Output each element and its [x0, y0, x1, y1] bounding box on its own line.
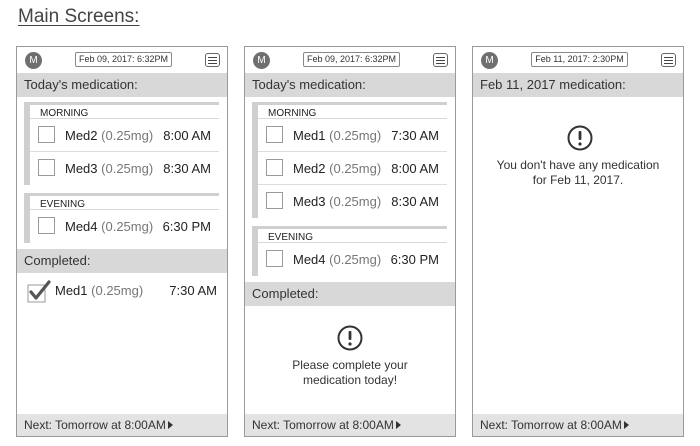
- med-time: 6:30 PM: [390, 252, 439, 267]
- top-bar: M Feb 09, 2017: 6:32PM: [245, 47, 455, 73]
- completed-heading: Completed:: [17, 249, 227, 273]
- med-time: 6:30 PM: [162, 219, 211, 234]
- med-name: Med2: [293, 161, 326, 176]
- page-title: Main Screens:: [18, 6, 140, 27]
- medication-row[interactable]: Med1 (0.25mg) 7:30 AM: [258, 119, 447, 152]
- group-title: MORNING: [258, 102, 447, 119]
- completed-row[interactable]: Med1 (0.25mg) 7:30 AM: [27, 277, 219, 307]
- section-heading: Today's medication:: [245, 73, 455, 97]
- section-heading: Feb 11, 2017 medication:: [473, 73, 683, 97]
- med-time: 7:30 AM: [391, 128, 439, 143]
- section-heading: Today's medication:: [17, 73, 227, 97]
- alert-icon: [337, 325, 363, 351]
- checkbox[interactable]: [266, 159, 283, 176]
- menu-icon[interactable]: [433, 53, 448, 67]
- next-reminder-text: Next: Tomorrow at 8:00AM: [24, 418, 166, 432]
- play-icon: [623, 421, 629, 429]
- med-name: Med1: [55, 283, 88, 298]
- medication-row[interactable]: Med2 (0.25mg) 8:00 AM: [258, 152, 447, 185]
- group-title: EVENING: [30, 193, 219, 210]
- group-title: MORNING: [30, 102, 219, 119]
- medication-row[interactable]: Med3 (0.25mg) 8:30 AM: [258, 185, 447, 218]
- med-dose: (0.25mg): [101, 128, 154, 143]
- play-icon: [395, 421, 401, 429]
- next-reminder-text: Next: Tomorrow at 8:00AM: [480, 418, 622, 432]
- med-name: Med3: [65, 161, 98, 176]
- medication-row[interactable]: Med4 (0.25mg) 6:30 PM: [258, 243, 447, 276]
- next-reminder[interactable]: Next: Tomorrow at 8:00AM: [473, 414, 683, 436]
- group-morning: MORNING Med2 (0.25mg) 8:00 AM Med3 (0.25…: [24, 102, 219, 185]
- medication-row[interactable]: Med4 (0.25mg) 6:30 PM: [30, 210, 219, 243]
- med-name: Med1: [293, 128, 326, 143]
- empty-completed-message: Please complete your medication today!: [292, 358, 408, 387]
- checkmark-icon[interactable]: [27, 279, 52, 304]
- checkbox[interactable]: [266, 192, 283, 209]
- completed-heading: Completed:: [245, 282, 455, 306]
- med-dose: (0.25mg): [329, 128, 382, 143]
- med-name: Med4: [293, 252, 326, 267]
- date-time-display[interactable]: Feb 11, 2017: 2:30PM: [531, 52, 628, 67]
- med-time: 7:30 AM: [169, 283, 217, 298]
- checkbox[interactable]: [266, 126, 283, 143]
- next-reminder[interactable]: Next: Tomorrow at 8:00AM: [245, 414, 455, 436]
- med-time: 8:00 AM: [391, 161, 439, 176]
- med-dose: (0.25mg): [101, 161, 154, 176]
- checkbox[interactable]: [266, 250, 283, 267]
- screen-today-pending: M Feb 09, 2017: 6:32PM Today's medicatio…: [244, 46, 456, 437]
- avatar[interactable]: M: [253, 52, 270, 69]
- avatar[interactable]: M: [25, 52, 42, 69]
- alert-icon: [567, 125, 593, 151]
- checkbox[interactable]: [38, 217, 55, 234]
- group-title: EVENING: [258, 226, 447, 243]
- med-time: 8:30 AM: [391, 194, 439, 209]
- top-bar: M Feb 09, 2017: 6:32PM: [17, 47, 227, 73]
- med-dose: (0.25mg): [329, 194, 382, 209]
- checkbox[interactable]: [38, 126, 55, 143]
- screen-no-medication: M Feb 11, 2017: 2:30PM Feb 11, 2017 medi…: [472, 46, 684, 437]
- med-dose: (0.25mg): [329, 161, 382, 176]
- medication-row[interactable]: Med2 (0.25mg) 8:00 AM: [30, 119, 219, 152]
- checkbox[interactable]: [38, 159, 55, 176]
- menu-icon[interactable]: [205, 53, 220, 67]
- date-time-display[interactable]: Feb 09, 2017: 6:32PM: [75, 52, 172, 67]
- group-evening: EVENING Med4 (0.25mg) 6:30 PM: [252, 226, 447, 276]
- next-reminder-text: Next: Tomorrow at 8:00AM: [252, 418, 394, 432]
- top-bar: M Feb 11, 2017: 2:30PM: [473, 47, 683, 73]
- med-time: 8:00 AM: [163, 128, 211, 143]
- medication-row[interactable]: Med3 (0.25mg) 8:30 AM: [30, 152, 219, 185]
- avatar[interactable]: M: [481, 52, 498, 69]
- play-icon: [167, 421, 173, 429]
- group-evening: EVENING Med4 (0.25mg) 6:30 PM: [24, 193, 219, 243]
- med-name: Med3: [293, 194, 326, 209]
- med-time: 8:30 AM: [163, 161, 211, 176]
- next-reminder[interactable]: Next: Tomorrow at 8:00AM: [17, 414, 227, 436]
- med-name: Med2: [65, 128, 98, 143]
- no-medication-message: You don't have any medication for Feb 11…: [496, 158, 660, 187]
- date-time-display[interactable]: Feb 09, 2017: 6:32PM: [303, 52, 400, 67]
- group-morning: MORNING Med1 (0.25mg) 7:30 AM Med2 (0.25…: [252, 102, 447, 218]
- med-dose: (0.25mg): [91, 283, 144, 298]
- med-dose: (0.25mg): [101, 219, 154, 234]
- med-name: Med4: [65, 219, 98, 234]
- med-dose: (0.25mg): [329, 252, 382, 267]
- screen-today-with-completed: M Feb 09, 2017: 6:32PM Today's medicatio…: [16, 46, 228, 437]
- menu-icon[interactable]: [661, 53, 676, 67]
